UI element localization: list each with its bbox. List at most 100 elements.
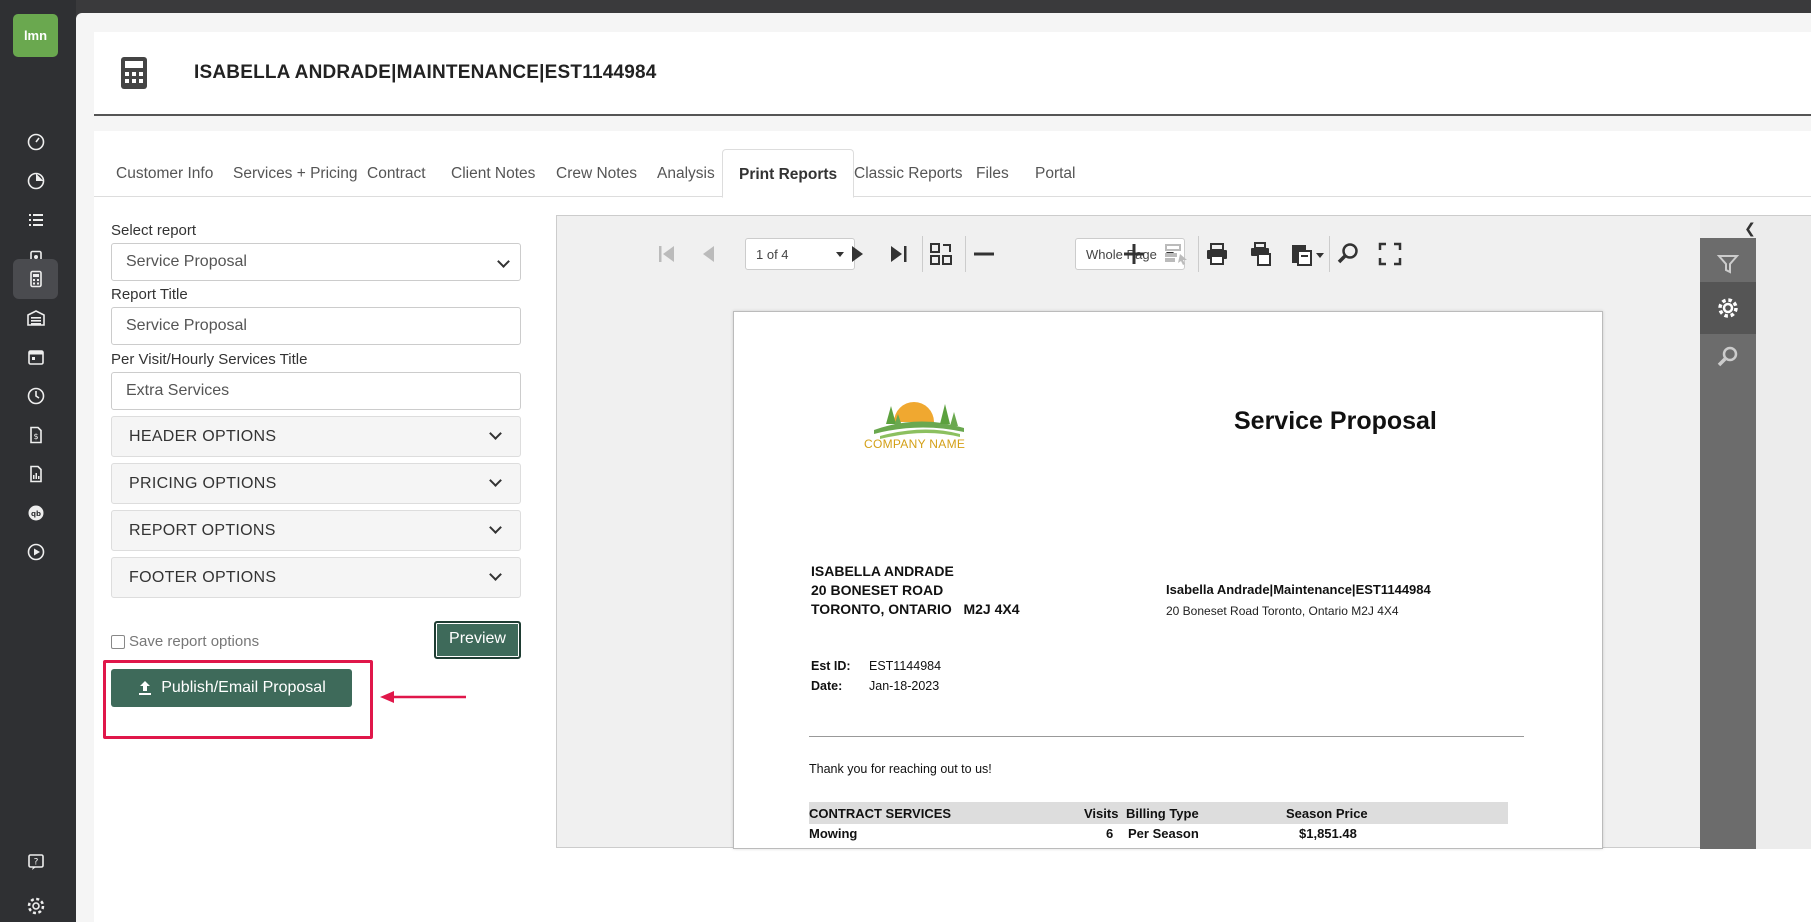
customer-name: ISABELLA ANDRADE — [811, 563, 954, 579]
calculator-icon — [121, 57, 147, 89]
zoom-in-icon[interactable] — [1119, 239, 1149, 269]
tab-crew-notes[interactable]: Crew Notes — [556, 149, 637, 197]
footer-options-section[interactable]: FOOTER OPTIONS — [111, 557, 521, 598]
top-bar — [76, 0, 1811, 13]
report-title-input[interactable]: Service Proposal — [111, 307, 521, 345]
select-report-label: Select report — [111, 222, 197, 239]
report-options-section[interactable]: REPORT OPTIONS — [111, 510, 521, 551]
page-number-select[interactable]: 1 of 4 — [745, 238, 855, 270]
pointer-arrow-annotation — [380, 691, 466, 703]
zoom-out-icon[interactable] — [969, 239, 999, 269]
date-value: Jan-18-2023 — [869, 679, 940, 693]
header-options-section[interactable]: HEADER OPTIONS — [111, 416, 521, 457]
report-icon[interactable] — [13, 454, 58, 494]
col-visits: Visits — [1084, 806, 1119, 821]
print-icon[interactable] — [1202, 239, 1232, 269]
multipage-view-icon[interactable] — [926, 239, 956, 269]
select-report-value: Service Proposal — [126, 253, 247, 270]
save-report-options: Save report options — [111, 633, 259, 650]
tab-portal[interactable]: Portal — [1035, 149, 1076, 197]
caret-down-icon — [1316, 253, 1324, 258]
tab-services-pricing[interactable]: Services + Pricing — [233, 149, 357, 197]
list-icon[interactable] — [13, 200, 58, 240]
row-service: Mowing — [809, 826, 858, 841]
calendar-icon[interactable] — [13, 337, 58, 377]
export-to-icon[interactable] — [1287, 239, 1317, 269]
services-table-header: CONTRACT SERVICES Visits Billing Type Se… — [809, 802, 1508, 824]
play-video-icon[interactable] — [13, 532, 58, 572]
tab-analysis[interactable]: Analysis — [657, 149, 715, 197]
search-icon[interactable] — [1333, 239, 1363, 269]
highlight-editing-fields-icon[interactable] — [1161, 239, 1191, 269]
date-label: Date: — [811, 679, 843, 693]
header-options-label: HEADER OPTIONS — [129, 428, 277, 445]
report-viewer: 1 of 4 Whole Page COMPANY NAME Service P… — [556, 215, 1811, 849]
invoice-icon[interactable]: $ — [13, 415, 58, 455]
toolbar-divider — [965, 236, 966, 272]
help-icon[interactable]: ? — [13, 842, 58, 882]
dashboard-icon[interactable] — [13, 122, 58, 162]
customer-street: 20 BONESET ROAD — [811, 582, 944, 598]
garage-icon[interactable] — [13, 298, 58, 338]
preview-button[interactable]: Preview — [434, 621, 521, 659]
publish-label: Publish/Email Proposal — [161, 679, 326, 696]
footer-options-label: FOOTER OPTIONS — [129, 569, 277, 586]
est-id-row: Est ID: EST1144984 — [811, 659, 941, 673]
next-page-icon[interactable] — [842, 239, 872, 269]
col-contract-services: CONTRACT SERVICES — [809, 806, 952, 821]
app-sidebar: lmn $ qb ? — [0, 0, 76, 922]
tab-files[interactable]: Files — [976, 149, 1009, 197]
select-report-dropdown[interactable]: Service Proposal — [111, 243, 521, 281]
customer-city: TORONTO, ONTARIO M2J 4X4 — [811, 601, 1020, 617]
save-options-label: Save report options — [129, 633, 260, 650]
date-row: Date: Jan-18-2023 — [811, 679, 939, 693]
tab-contract[interactable]: Contract — [367, 149, 426, 197]
estimates-calculator-icon[interactable] — [13, 259, 58, 299]
previous-page-icon[interactable] — [694, 239, 724, 269]
fullscreen-icon[interactable] — [1375, 239, 1405, 269]
row-visits: 6 — [1106, 826, 1114, 841]
document-title: Service Proposal — [1234, 407, 1437, 435]
pie-chart-icon[interactable] — [13, 161, 58, 201]
app-logo[interactable]: lmn — [13, 14, 58, 57]
viewer-side-panel: ❮ — [1700, 216, 1811, 849]
settings-gear-icon[interactable] — [13, 886, 58, 922]
tab-client-notes[interactable]: Client Notes — [451, 149, 535, 197]
publish-email-proposal-button[interactable]: Publish/Email Proposal — [111, 669, 352, 707]
export-settings-gear-icon[interactable] — [1700, 282, 1756, 334]
per-visit-title-label: Per Visit/Hourly Services Title — [111, 351, 308, 368]
row-billing: Per Season — [1128, 826, 1199, 841]
clock-icon[interactable] — [13, 376, 58, 416]
chevron-down-icon — [489, 521, 502, 534]
search-panel-icon[interactable] — [1700, 330, 1756, 382]
toolbar-divider — [1198, 236, 1199, 272]
est-id-label: Est ID: — [811, 659, 851, 673]
toolbar-divider — [922, 236, 923, 272]
divider-line — [809, 736, 1524, 737]
per-visit-title-input[interactable]: Extra Services — [111, 372, 521, 410]
print-page-icon[interactable] — [1245, 239, 1275, 269]
pricing-options-section[interactable]: PRICING OPTIONS — [111, 463, 521, 504]
tab-print-reports[interactable]: Print Reports — [722, 149, 855, 198]
customer-address-block: ISABELLA ANDRADE 20 BONESET ROAD TORONTO… — [811, 562, 1019, 619]
content-panel: Customer Info Services + Pricing Contrac… — [94, 131, 1811, 922]
report-page-preview: COMPANY NAME Service Proposal ISABELLA A… — [733, 311, 1603, 849]
chevron-down-icon — [489, 568, 502, 581]
side-tool-strip — [1700, 238, 1756, 849]
pricing-options-label: PRICING OPTIONS — [129, 475, 277, 492]
last-page-icon[interactable] — [884, 239, 914, 269]
tab-classic-reports[interactable]: Classic Reports — [854, 149, 963, 197]
upload-icon — [139, 681, 152, 695]
chevron-down-icon — [497, 255, 510, 268]
save-options-checkbox[interactable] — [111, 634, 125, 649]
collapse-panel-icon[interactable]: ❮ — [1740, 218, 1760, 238]
quickbooks-icon[interactable]: qb — [13, 493, 58, 533]
thank-you-text: Thank you for reaching out to us! — [809, 762, 992, 776]
col-season-price: Season Price — [1286, 806, 1368, 821]
table-row: Mowing 6 Per Season $1,851.48 — [809, 822, 1508, 842]
report-title-label: Report Title — [111, 286, 188, 303]
first-page-icon[interactable] — [652, 239, 682, 269]
chevron-down-icon — [489, 427, 502, 440]
tab-customer-info[interactable]: Customer Info — [116, 149, 213, 197]
main-area: ISABELLA ANDRADE|MAINTENANCE|EST1144984 … — [76, 13, 1811, 922]
